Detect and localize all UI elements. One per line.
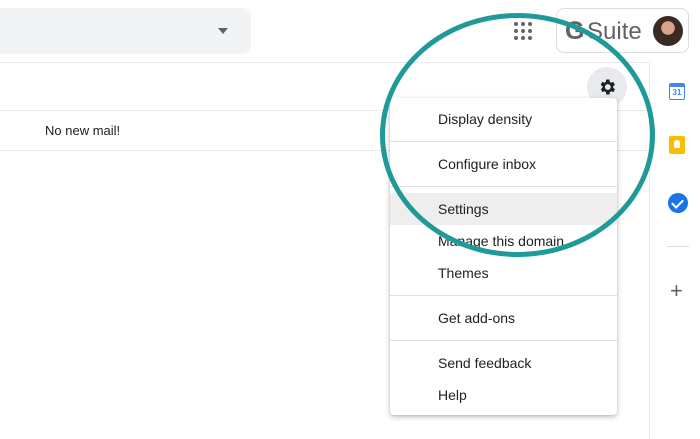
side-panel-divider bbox=[667, 246, 689, 247]
menu-item-themes[interactable]: Themes bbox=[390, 257, 617, 289]
settings-menu: Display density Configure inbox Settings… bbox=[390, 98, 617, 415]
tasks-icon[interactable] bbox=[668, 193, 688, 213]
gear-icon bbox=[600, 79, 615, 95]
plus-icon[interactable]: + bbox=[670, 280, 683, 302]
empty-inbox-message: No new mail! bbox=[45, 123, 121, 138]
menu-item-settings[interactable]: Settings bbox=[390, 193, 617, 225]
menu-divider bbox=[390, 186, 617, 187]
keep-icon[interactable] bbox=[669, 136, 685, 154]
menu-divider bbox=[390, 141, 617, 142]
menu-item-help[interactable]: Help bbox=[390, 379, 617, 411]
gsuite-brand-text: Suite bbox=[587, 18, 642, 45]
avatar[interactable] bbox=[653, 16, 683, 46]
menu-item-configure-inbox[interactable]: Configure inbox bbox=[390, 148, 617, 180]
search-bar[interactable] bbox=[0, 8, 251, 54]
apps-grid-icon[interactable] bbox=[514, 22, 532, 40]
menu-divider bbox=[390, 340, 617, 341]
search-options-caret-icon[interactable] bbox=[218, 28, 228, 34]
side-panel: 31 + bbox=[649, 62, 700, 439]
calendar-icon[interactable]: 31 bbox=[669, 83, 685, 100]
gsuite-g-logo: G bbox=[565, 17, 585, 45]
menu-divider bbox=[390, 295, 617, 296]
menu-item-send-feedback[interactable]: Send feedback bbox=[390, 347, 617, 379]
menu-item-manage-domain[interactable]: Manage this domain bbox=[390, 225, 617, 257]
menu-item-display-density[interactable]: Display density bbox=[390, 103, 617, 135]
gsuite-account-badge[interactable]: G Suite bbox=[556, 8, 689, 53]
menu-item-get-addons[interactable]: Get add-ons bbox=[390, 302, 617, 334]
header-divider bbox=[0, 62, 648, 63]
